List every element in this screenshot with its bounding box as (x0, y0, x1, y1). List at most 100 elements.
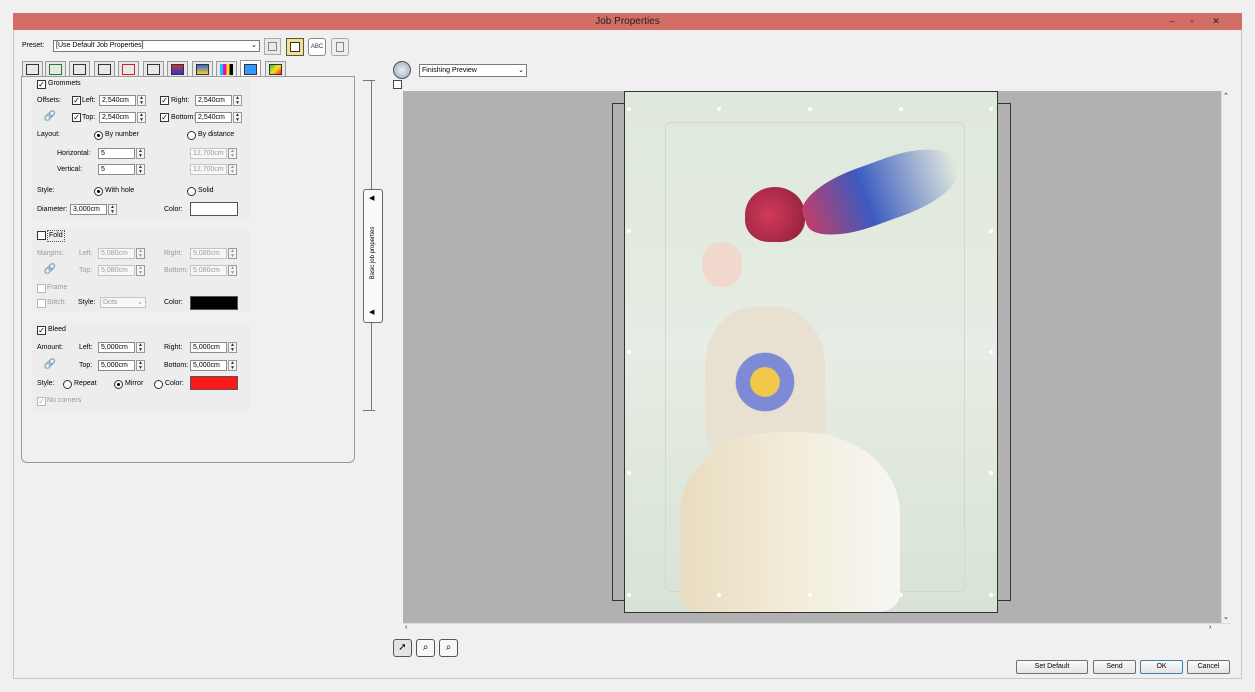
with-hole-radio[interactable] (94, 187, 103, 196)
left-offset-stepper[interactable]: ▲ ▼ (137, 95, 146, 106)
tab-page[interactable] (69, 61, 90, 77)
set-default-button[interactable]: Set Default (1016, 660, 1088, 674)
fold-checkbox[interactable] (37, 231, 46, 240)
tab-color[interactable] (167, 61, 188, 77)
color-radio[interactable] (154, 380, 163, 389)
zoom-tool-button[interactable]: ⌕ (416, 639, 435, 657)
save-preset-button[interactable] (264, 38, 281, 55)
bottom-offset-input[interactable]: 2,540cm (195, 112, 232, 123)
stitch-style-select[interactable]: Dots ⌄ (100, 297, 146, 308)
bleed-left-input[interactable]: 5,000cm (98, 342, 135, 353)
scroll-right-icon[interactable]: › (1209, 624, 1211, 631)
by-number-radio[interactable] (94, 131, 103, 140)
rename-preset-button[interactable]: ABC (308, 38, 326, 56)
fold-left-input[interactable]: 5,080cm (98, 248, 135, 259)
repeat-radio[interactable] (63, 380, 72, 389)
link-offsets-icon[interactable]: 🔗 (43, 110, 57, 124)
solid-radio[interactable] (187, 187, 196, 196)
bleed-top-stepper[interactable]: ▲ ▼ (136, 360, 145, 371)
tab-finishing[interactable] (240, 60, 261, 77)
offsets-label: Offsets: (37, 97, 61, 104)
cancel-button[interactable]: Cancel (1187, 660, 1230, 674)
horizontal-distance-input[interactable]: 12,700cm (190, 148, 227, 159)
close-button[interactable]: ✕ (1202, 13, 1230, 30)
no-corners-checkbox[interactable]: ✓ (37, 397, 46, 406)
vertical-count-input[interactable]: 5 (98, 164, 135, 175)
tab-stack[interactable] (192, 61, 213, 77)
basic-job-properties-tab[interactable]: ◀ Basic job properties ◀ (363, 189, 383, 323)
preset-select[interactable]: [Use Default Job Properties] ⌄ (53, 40, 260, 52)
fold-bottom-input[interactable]: 5,080cm (190, 265, 227, 276)
link-margins-icon[interactable]: 🔗 (43, 263, 57, 277)
fold-color-swatch[interactable] (190, 296, 238, 310)
layout-label: Layout: (37, 131, 60, 138)
by-number-label: By number (105, 131, 139, 138)
bleed-top-input[interactable]: 5,000cm (98, 360, 135, 371)
fold-top-stepper[interactable]: ▲ ▼ (136, 265, 145, 276)
grommet-marker (808, 107, 812, 111)
fold-right-input[interactable]: 5,080cm (190, 248, 227, 259)
top-offset-checkbox[interactable]: ✓ (72, 113, 81, 122)
vertical-scrollbar[interactable]: ⌃ ⌄ (1221, 91, 1231, 623)
bleed-right-stepper[interactable]: ▲ ▼ (228, 342, 237, 353)
bleed-right-input[interactable]: 5,000cm (190, 342, 227, 353)
preview-mode-select[interactable]: Finishing Preview ⌄ (419, 64, 527, 77)
diameter-input[interactable]: 3,000cm (70, 204, 107, 215)
tab-trim[interactable] (143, 61, 164, 77)
grommet-color-swatch[interactable] (190, 202, 238, 216)
grommets-checkbox[interactable]: ✓ (37, 80, 46, 89)
bleed-bottom-stepper[interactable]: ▲ ▼ (228, 360, 237, 371)
tab-cmyk[interactable] (216, 61, 237, 77)
fold-bottom-stepper[interactable]: ▲ ▼ (228, 265, 237, 276)
scroll-left-icon[interactable]: ‹ (405, 624, 407, 631)
vertical-distance-stepper[interactable]: ▲ ▼ (228, 164, 237, 175)
left-offset-input[interactable]: 2,540cm (99, 95, 136, 106)
tab-profile[interactable] (265, 61, 286, 77)
fold-left-stepper[interactable]: ▲ ▼ (136, 248, 145, 259)
window-title: Job Properties (595, 16, 660, 27)
mirror-radio[interactable] (114, 380, 123, 389)
right-offset-stepper[interactable]: ▲ ▼ (233, 95, 242, 106)
bleed-left-stepper[interactable]: ▲ ▼ (136, 342, 145, 353)
fold-top-input[interactable]: 5,080cm (98, 265, 135, 276)
horizontal-scrollbar[interactable]: ‹ › (403, 623, 1231, 633)
right-offset-checkbox[interactable]: ✓ (160, 96, 169, 105)
stitch-checkbox[interactable] (37, 299, 46, 308)
top-offset-input[interactable]: 2,540cm (99, 112, 136, 123)
left-offset-checkbox[interactable]: ✓ (72, 96, 81, 105)
bottom-offset-stepper[interactable]: ▲ ▼ (233, 112, 242, 123)
frame-checkbox[interactable] (37, 284, 46, 293)
send-button[interactable]: Send (1093, 660, 1136, 674)
tab-grid[interactable] (118, 61, 139, 77)
scroll-up-icon[interactable]: ⌃ (1223, 92, 1229, 100)
vertical-distance-input[interactable]: 12,700cm (190, 164, 227, 175)
select-tool-button[interactable]: ➚ (393, 639, 412, 657)
top-offset-stepper[interactable]: ▲ ▼ (137, 112, 146, 123)
restore-button[interactable]: ▫ (1182, 13, 1202, 30)
import-icon (49, 64, 62, 75)
bottom-offset-checkbox[interactable]: ✓ (160, 113, 169, 122)
horizontal-distance-stepper[interactable]: ▲ ▼ (228, 148, 237, 159)
bleed-checkbox[interactable]: ✓ (37, 326, 46, 335)
right-offset-input[interactable]: 2,540cm (195, 95, 232, 106)
scroll-down-icon[interactable]: ⌄ (1223, 613, 1229, 621)
minimize-button[interactable]: – (1162, 13, 1182, 30)
diameter-stepper[interactable]: ▲ ▼ (108, 204, 117, 215)
tab-import[interactable] (45, 61, 66, 77)
preview-refresh-icon[interactable] (393, 61, 411, 79)
bleed-color-swatch[interactable] (190, 376, 238, 390)
delete-preset-button[interactable] (331, 38, 349, 56)
ok-button[interactable]: OK (1140, 660, 1183, 674)
bleed-bottom-input[interactable]: 5,000cm (190, 360, 227, 371)
horizontal-count-input[interactable]: 5 (98, 148, 135, 159)
fold-right-stepper[interactable]: ▲ ▼ (228, 248, 237, 259)
tab-layout[interactable] (22, 61, 43, 77)
zoom-fit-button[interactable]: ⌕ (439, 639, 458, 657)
link-bleed-icon[interactable]: 🔗 (43, 358, 57, 372)
preview-figure-skirt (680, 432, 900, 612)
by-distance-radio[interactable] (187, 131, 196, 140)
save-as-preset-button[interactable] (286, 38, 304, 56)
horizontal-count-stepper[interactable]: ▲ ▼ (136, 148, 145, 159)
vertical-count-stepper[interactable]: ▲ ▼ (136, 164, 145, 175)
tab-printer[interactable] (94, 61, 115, 77)
